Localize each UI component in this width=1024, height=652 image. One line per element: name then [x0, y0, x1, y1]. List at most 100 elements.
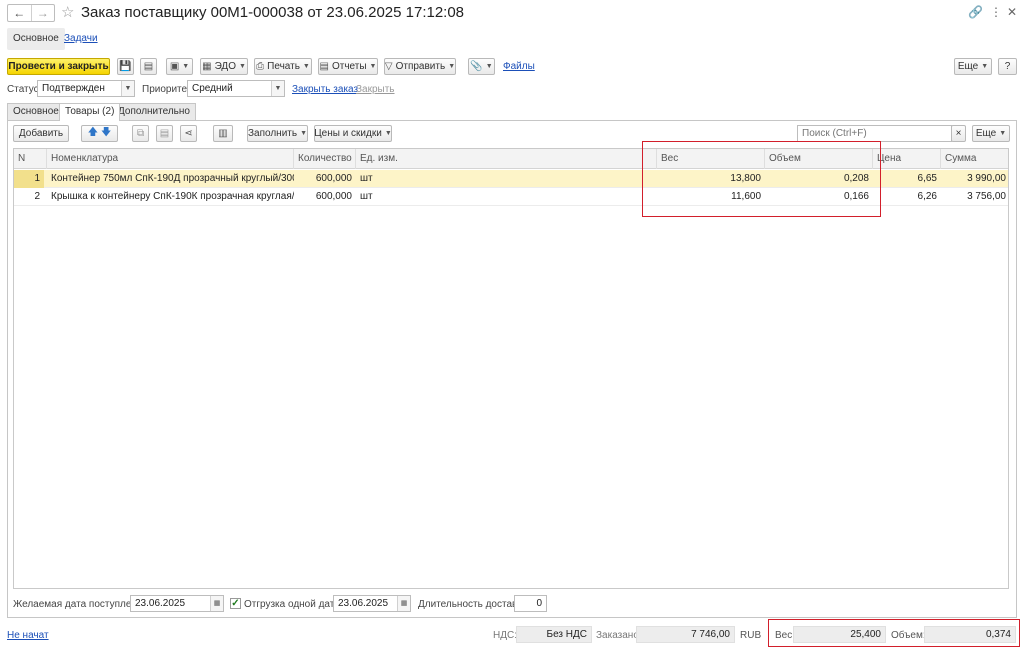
create-based-on-button[interactable]: ▣ ▼: [166, 58, 193, 75]
send-icon: ▽: [384, 61, 393, 72]
col-header-unit[interactable]: Ед. изм.: [356, 149, 657, 169]
section-tasks-link[interactable]: Задачи: [64, 33, 98, 44]
copy-icon: ⧉: [136, 128, 145, 139]
prices-discounts-button[interactable]: Цены и скидки ▼: [314, 125, 392, 142]
arrow-up-icon[interactable]: 🡅: [88, 125, 98, 142]
caret-down-icon: ▼: [182, 63, 190, 70]
delivery-duration-value: 0: [536, 598, 542, 609]
navigation-buttons: ← →: [7, 4, 55, 22]
cell-quantity[interactable]: 600,000: [294, 188, 356, 206]
share-button[interactable]: ⋖: [180, 125, 197, 142]
delivery-duration-field[interactable]: 0: [514, 595, 547, 612]
forward-button[interactable]: →: [30, 5, 55, 21]
caret-down-icon: ▼: [300, 130, 308, 137]
col-header-nomenclature[interactable]: Номенклатура: [47, 149, 294, 169]
post-button[interactable]: ▤: [140, 58, 157, 75]
close-icon[interactable]: ✕: [1007, 5, 1017, 19]
send-button[interactable]: ▽ Отправить ▼: [384, 58, 456, 75]
link-icon[interactable]: 🔗: [968, 5, 983, 19]
col-header-price[interactable]: Цена: [873, 149, 941, 169]
fill-button[interactable]: Заполнить ▼: [247, 125, 308, 142]
save-button[interactable]: 💾: [117, 58, 134, 75]
vat-value: Без НДС: [516, 626, 592, 643]
send-label: Отправить: [395, 61, 446, 72]
weight-volume-highlight: [642, 141, 881, 217]
section-main[interactable]: Основное: [7, 28, 65, 50]
barcode-button[interactable]: ▥: [213, 125, 233, 142]
help-label: ?: [1004, 61, 1011, 72]
currency-label: RUB: [740, 630, 762, 641]
print-label: Печать: [267, 61, 300, 72]
cell-unit[interactable]: шт: [356, 170, 456, 188]
chevron-down-icon[interactable]: ▼: [271, 81, 284, 96]
save-icon: 💾: [119, 61, 132, 72]
tab-additional[interactable]: Дополнительно: [112, 103, 196, 120]
vat-label: НДС:: [493, 630, 517, 641]
col-header-sum[interactable]: Сумма: [941, 149, 1008, 169]
one-date-value: 23.06.2025: [338, 598, 389, 609]
priority-select[interactable]: Средний ▼: [187, 80, 285, 97]
search-clear-button[interactable]: ×: [951, 125, 966, 142]
paste-row-button[interactable]: ▤: [156, 125, 173, 142]
table-more-button[interactable]: Еще ▼: [972, 125, 1010, 142]
more-button[interactable]: Еще ▼: [954, 58, 992, 75]
calendar-icon[interactable]: ▦: [397, 596, 410, 611]
cell-sum[interactable]: 3 990,00: [941, 170, 1008, 188]
files-link[interactable]: Файлы: [503, 61, 535, 72]
one-date-field[interactable]: 23.06.2025 ▦: [333, 595, 411, 612]
cell-sum[interactable]: 3 756,00: [941, 188, 1008, 206]
tab-goods[interactable]: Товары (2): [59, 103, 121, 121]
attachments-button[interactable]: 📎 ▼: [468, 58, 495, 75]
caret-down-icon: ▼: [369, 63, 377, 70]
caret-down-icon: ▼: [302, 63, 310, 70]
post-and-close-button[interactable]: Провести и закрыть: [7, 58, 110, 75]
caret-down-icon: ▼: [485, 63, 493, 70]
arrow-down-icon[interactable]: 🡇: [101, 125, 111, 142]
desired-date-value: 23.06.2025: [135, 598, 186, 609]
add-row-button[interactable]: Добавить: [13, 125, 69, 142]
status-select[interactable]: Подтвержден ▼: [37, 80, 135, 97]
caret-down-icon: ▼: [999, 130, 1007, 137]
cell-unit[interactable]: шт: [356, 188, 456, 206]
help-button[interactable]: ?: [998, 58, 1017, 75]
close-order-link[interactable]: Закрыть заказ: [292, 84, 358, 95]
favorite-star-icon[interactable]: ☆: [61, 3, 74, 21]
one-date-checkbox[interactable]: ✓: [230, 598, 241, 609]
edo-button[interactable]: ▦ ЭДО ▼: [200, 58, 248, 75]
cell-nomenclature[interactable]: Крышка к контейнеру СпК-190К прозрачная …: [47, 188, 294, 206]
add-row-label: Добавить: [18, 128, 64, 139]
back-button[interactable]: ←: [8, 5, 31, 21]
paperclip-icon: 📎: [470, 61, 483, 72]
chevron-down-icon[interactable]: ▼: [121, 81, 134, 96]
cell-price[interactable]: 6,26: [873, 188, 941, 206]
ordered-label: Заказано:: [596, 630, 642, 641]
cell-n: 2: [34, 191, 40, 202]
more-actions-icon[interactable]: ⋮: [990, 5, 1002, 19]
tab-main[interactable]: Основное: [7, 103, 65, 120]
col-header-n[interactable]: N: [14, 149, 47, 169]
cell-n: 1: [14, 170, 44, 188]
caret-down-icon: ▼: [448, 63, 456, 70]
desired-date-field[interactable]: 23.06.2025 ▦: [130, 595, 224, 612]
print-button[interactable]: ⎙ Печать ▼: [254, 58, 312, 75]
cell-price[interactable]: 6,65: [873, 170, 941, 188]
close-link: Закрыть: [356, 84, 395, 95]
reports-icon: ▤: [319, 61, 329, 72]
post-and-close-label: Провести и закрыть: [8, 61, 109, 72]
fill-label: Заполнить: [247, 128, 298, 139]
table-more-label: Еще: [975, 128, 997, 139]
search-input[interactable]: [797, 125, 952, 142]
move-up-down-buttons[interactable]: 🡅 🡇: [81, 125, 118, 142]
cell-nomenclature[interactable]: Контейнер 750мл СпК-190Д прозрачный круг…: [47, 170, 294, 188]
printer-icon: ⎙: [256, 61, 265, 72]
cell-quantity[interactable]: 600,000: [294, 170, 356, 188]
reports-button[interactable]: ▤ Отчеты ▼: [318, 58, 378, 75]
weight-total-label: Вес:: [775, 630, 796, 641]
caret-down-icon: ▼: [238, 63, 246, 70]
state-link[interactable]: Не начат: [7, 630, 49, 641]
reports-label: Отчеты: [331, 61, 367, 72]
calendar-icon[interactable]: ▦: [210, 596, 223, 611]
caret-down-icon: ▼: [384, 130, 392, 137]
copy-row-button[interactable]: ⧉: [132, 125, 149, 142]
col-header-quantity[interactable]: Количество: [294, 149, 356, 169]
